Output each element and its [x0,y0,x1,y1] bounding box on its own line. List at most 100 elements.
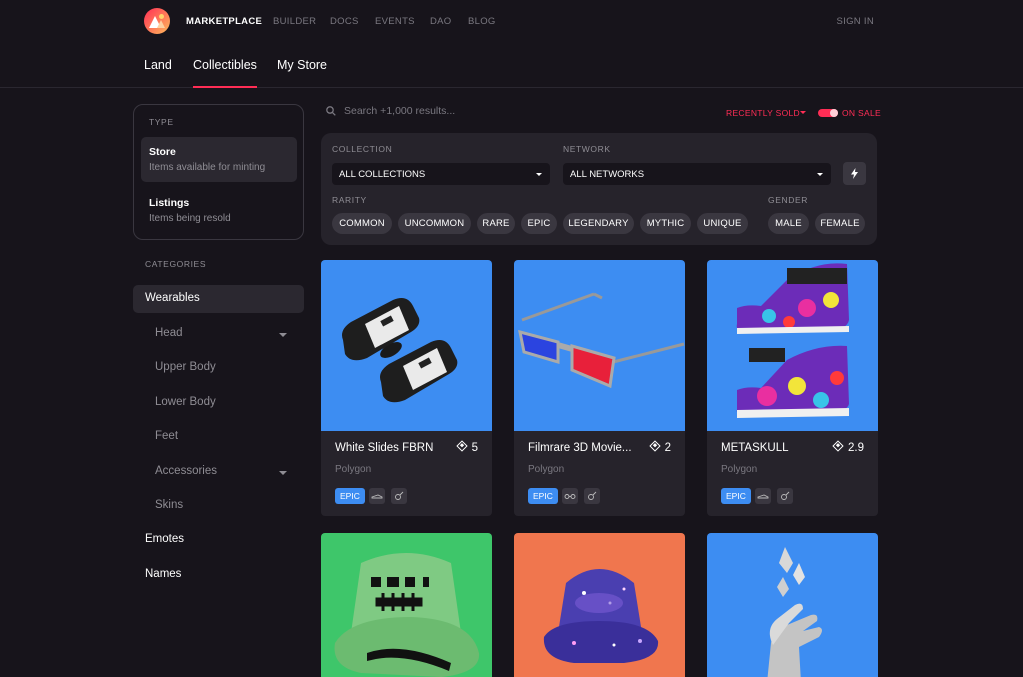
network-label: NETWORK [563,144,611,154]
filters-panel: COLLECTION ALL COLLECTIONS NETWORK ALL N… [321,133,877,245]
item-card[interactable] [514,533,685,677]
category-names-label: Names [145,568,182,580]
rarity-uncommon-chip[interactable]: UNCOMMON [398,213,471,234]
nav-builder[interactable]: BUILDER [273,16,316,27]
bucket-hat-image [334,553,480,677]
nav-events[interactable]: EVENTS [375,16,415,27]
sort-dropdown[interactable]: RECENTLY SOLD [726,108,800,118]
item-network: Polygon [721,464,758,475]
rarity-unique-chip[interactable]: UNIQUE [697,213,748,234]
chevron-down-icon[interactable] [279,333,287,337]
rarity-label: RARITY [332,195,367,205]
item-card[interactable]: METASKULL 2.9 Polygon EPIC [707,260,878,516]
tab-land[interactable]: Land [144,58,172,72]
nav-dao[interactable]: DAO [430,16,452,27]
collection-value: ALL COLLECTIONS [339,169,426,180]
item-price-value: 5 [471,442,478,454]
type-listings-title: Listings [149,197,190,209]
category-accessories-label: Accessories [155,465,217,477]
top-navbar: MARKETPLACE BUILDER DOCS EVENTS DAO BLOG… [0,0,1023,42]
category-skins[interactable]: Skins [155,499,295,515]
item-image [707,260,878,431]
chevron-down-icon [536,173,542,176]
category-accessories[interactable]: Accessories [155,465,295,481]
type-title: TYPE [149,117,174,127]
item-image [514,260,685,431]
chevron-down-icon[interactable] [800,111,806,114]
item-card[interactable]: White Slides FBRN 5 Polygon EPIC [321,260,492,516]
item-card[interactable]: Filmrare 3D Movie... 2 Polygon EPIC [514,260,685,516]
decentraland-logo-icon[interactable] [144,8,170,34]
category-skins-label: Skins [155,499,184,511]
mana-icon [832,440,844,452]
eyewear-category-icon [562,488,578,504]
chevron-down-icon[interactable] [279,471,287,475]
gender-female-chip[interactable]: FEMALE [815,213,865,234]
on-sale-toggle[interactable] [818,109,838,117]
skull-sneakers-image [736,263,849,418]
item-image [321,260,492,431]
mana-icon [455,440,468,452]
item-network: Polygon [335,464,372,475]
collection-select[interactable]: ALL COLLECTIONS [332,163,550,185]
rarity-epic-chip[interactable]: EPIC [521,213,557,234]
network-select[interactable]: ALL NETWORKS [563,163,831,185]
rarity-mythic-chip[interactable]: MYTHIC [640,213,691,234]
sign-in-link[interactable]: SIGN IN [837,16,874,27]
item-image [707,533,878,677]
nav-docs[interactable]: DOCS [330,16,359,27]
nav-marketplace[interactable]: MARKETPLACE [186,16,262,27]
advanced-filter-button[interactable] [843,162,866,185]
slides-image [342,298,458,403]
silver-hands-image [767,547,822,677]
item-card[interactable] [707,533,878,677]
categories-title: CATEGORIES [145,259,207,269]
unisex-gender-icon [584,488,600,504]
category-wearables-label: Wearables [145,292,200,304]
mana-icon [648,440,661,452]
item-image [514,533,685,677]
category-upper-body-label: Upper Body [155,361,216,373]
on-sale-label: ON SALE [842,108,881,118]
category-names[interactable]: Names [133,561,304,589]
item-name: METASKULL [721,442,789,454]
rarity-badge: EPIC [335,488,365,504]
galaxy-hat-image [543,569,659,663]
type-store[interactable]: Store Items available for minting [141,137,297,182]
gender-male-chip[interactable]: MALE [768,213,809,234]
item-name: Filmrare 3D Movie... [528,442,632,454]
item-image [321,533,492,677]
category-lower-body[interactable]: Lower Body [155,396,295,412]
tab-my-store[interactable]: My Store [277,58,327,72]
category-emotes[interactable]: Emotes [133,526,304,554]
chevron-down-icon [817,173,823,176]
rarity-legendary-chip[interactable]: LEGENDARY [563,213,634,234]
rarity-badge: EPIC [721,488,751,504]
category-wearables[interactable]: Wearables [133,285,304,313]
section-tabs: Land Collectibles My Store [0,42,1023,88]
item-price-value: 2 [664,442,671,454]
category-feet[interactable]: Feet [155,430,295,446]
feet-category-icon [755,488,771,504]
category-emotes-label: Emotes [145,533,184,545]
3d-glasses-image [518,292,685,389]
nav-blog[interactable]: BLOG [468,16,496,27]
type-listings[interactable]: Listings Items being resold [141,188,297,233]
network-value: ALL NETWORKS [570,169,645,180]
category-lower-body-label: Lower Body [155,396,216,408]
category-upper-body[interactable]: Upper Body [155,361,295,377]
rarity-rare-chip[interactable]: RARE [477,213,515,234]
unisex-gender-icon [391,488,407,504]
tab-collectibles[interactable]: Collectibles [193,58,257,88]
rarity-common-chip[interactable]: COMMON [332,213,392,234]
category-head[interactable]: Head [155,327,295,343]
category-feet-label: Feet [155,430,179,442]
item-price-value: 2.9 [848,442,864,454]
item-price: 2 [648,440,671,454]
lightning-icon [851,168,858,179]
search-input[interactable] [344,103,564,119]
type-store-title: Store [149,146,176,158]
item-card[interactable] [321,533,492,677]
collection-label: COLLECTION [332,144,393,154]
item-name: White Slides FBRN [335,442,434,454]
